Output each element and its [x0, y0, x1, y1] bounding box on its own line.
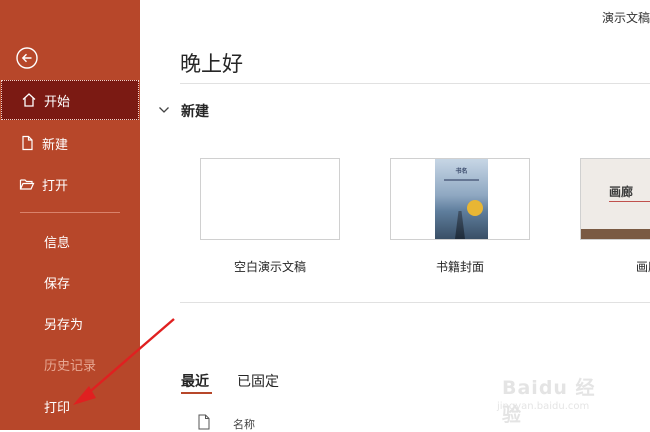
gallery-floor — [581, 229, 650, 239]
folder-open-icon — [18, 175, 36, 193]
sidebar-item-open[interactable]: 打开 — [0, 164, 140, 204]
pier-image — [455, 211, 465, 239]
template-gallery[interactable]: 画廊 — [580, 158, 650, 240]
watermark: Baidu 经验 jingyan.baidu.com — [494, 368, 614, 426]
sidebar-item-label: 信息 — [44, 235, 71, 251]
sidebar-item-label: 历史记录 — [44, 358, 97, 374]
chevron-down-icon[interactable] — [157, 103, 171, 117]
sidebar-divider — [20, 212, 120, 213]
new-doc-icon — [18, 134, 36, 152]
book-cover-thumbnail: 书名 — [435, 159, 488, 239]
sidebar-item-label: 打印 — [44, 400, 71, 416]
template-label-clip: 画廊 — [580, 258, 650, 275]
header-divider — [180, 83, 650, 84]
section-divider — [180, 302, 650, 303]
watermark-url: jingyan.baidu.com — [497, 401, 590, 412]
backstage-sidebar: 开始 新建 打开 信息 保存 另存为 历史记录 打印 — [0, 0, 140, 430]
template-label: 空白演示文稿 — [233, 260, 306, 274]
sidebar-item-save-as[interactable]: 另存为 — [0, 303, 140, 343]
home-icon — [20, 91, 38, 109]
sidebar-item-label: 保存 — [44, 276, 71, 292]
gallery-thumbnail: 画廊 — [581, 159, 650, 239]
book-cover-title: 书名 — [455, 168, 468, 175]
back-arrow-icon[interactable] — [16, 47, 38, 69]
sidebar-item-save[interactable]: 保存 — [0, 262, 140, 302]
new-section-title: 新建 — [181, 104, 209, 120]
document-title: 演示文稿 — [601, 11, 650, 25]
sidebar-item-label: 另存为 — [44, 317, 84, 333]
sidebar-item-label: 打开 — [42, 178, 69, 194]
gallery-cover-title: 画廊 — [609, 185, 634, 199]
file-icon — [198, 414, 210, 430]
sidebar-item-new[interactable]: 新建 — [0, 123, 140, 163]
sidebar-item-print[interactable]: 打印 — [0, 386, 140, 426]
template-label: 书籍封面 — [435, 260, 484, 274]
watermark-brand: Baidu 经验 — [502, 377, 596, 426]
template-label: 画廊 — [636, 260, 650, 274]
tab-recent[interactable]: 最近 — [181, 371, 209, 391]
sidebar-item-history[interactable]: 历史记录 — [0, 344, 140, 384]
tab-pinned[interactable]: 已固定 — [237, 371, 279, 391]
sidebar-item-home[interactable]: 开始 — [1, 80, 139, 120]
gallery-title-underline — [609, 201, 650, 202]
template-book-cover[interactable]: 书名 — [390, 158, 530, 240]
template-blank[interactable] — [200, 158, 340, 240]
sidebar-item-label: 开始 — [44, 94, 71, 110]
book-cover-subtitle-line — [444, 179, 479, 181]
badge-icon — [467, 200, 483, 216]
tab-active-indicator — [181, 392, 212, 394]
sidebar-item-info[interactable]: 信息 — [0, 221, 140, 261]
greeting-title: 晚上好 — [180, 52, 243, 76]
sidebar-item-label: 新建 — [42, 137, 69, 153]
